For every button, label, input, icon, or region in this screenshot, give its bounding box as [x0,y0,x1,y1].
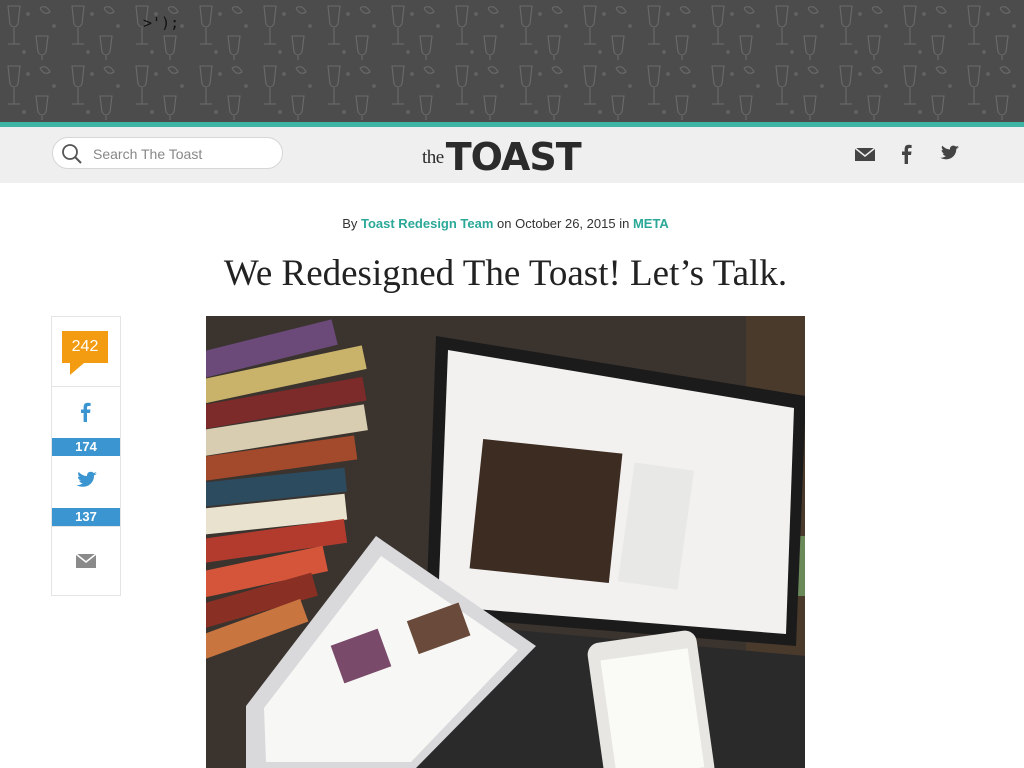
byline-date: on October 26, 2015 in [497,216,630,231]
article-byline: By Toast Redesign Team on October 26, 20… [0,216,1011,231]
category-link[interactable]: META [633,216,669,231]
comment-bubble-tail [70,363,84,375]
mail-icon[interactable] [854,143,876,165]
divider [52,526,120,527]
logo-the: the [422,147,444,168]
twitter-icon[interactable] [938,143,960,165]
twitter-share-count: 137 [52,508,120,526]
email-share-icon[interactable] [74,550,98,572]
social-links [854,143,960,165]
twitter-share-icon[interactable] [74,470,98,492]
article-title: We Redesigned The Toast! Let’s Talk. [223,253,788,294]
search-box[interactable] [52,137,283,169]
comment-count-badge[interactable]: 242 [62,331,108,363]
byline-prefix: By [342,216,358,231]
facebook-share-count: 174 [52,438,120,456]
search-input[interactable] [91,142,275,166]
divider [52,386,120,387]
facebook-share-icon[interactable] [76,401,96,423]
logo-toast: TOAST [445,135,582,179]
hero-image [206,316,805,768]
share-sidebar: 242 174 137 [51,316,121,596]
site-header: the TOAST [0,127,1024,183]
facebook-icon[interactable] [896,143,918,165]
phone [587,630,715,768]
site-logo[interactable]: the TOAST [422,131,582,179]
author-link[interactable]: Toast Redesign Team [361,216,493,231]
search-icon[interactable] [61,143,83,165]
hero-photo-illustration [206,316,805,768]
stray-code-text: >'); [143,14,180,32]
